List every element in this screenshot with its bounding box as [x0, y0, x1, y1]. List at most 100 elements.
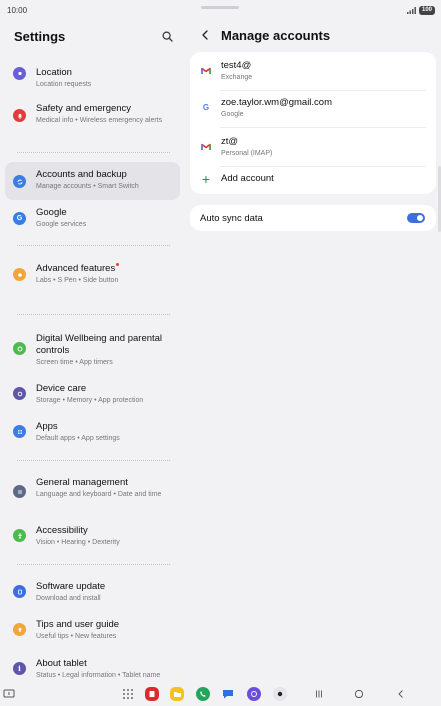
settings-item-title: Accessibility: [36, 525, 88, 536]
google-icon: G: [13, 212, 26, 225]
back-button[interactable]: [198, 28, 212, 42]
manage-accounts-pane: Manage accounts test4@ Exchange G zoe.ta…: [190, 20, 436, 684]
settings-item-title: Location: [36, 67, 72, 78]
back-nav-button[interactable]: [396, 689, 406, 699]
auto-sync-row[interactable]: Auto sync data: [190, 205, 436, 231]
settings-item-title-text: Advanced features: [36, 263, 116, 274]
home-icon: [355, 690, 363, 698]
page-title: Settings: [14, 28, 66, 44]
row-divider: [220, 127, 426, 128]
settings-item-subtitle: Location requests: [36, 81, 92, 88]
app-drawer-button[interactable]: [122, 688, 134, 700]
row-divider: [220, 90, 426, 91]
settings-item-title: Safety and emergency: [36, 103, 132, 114]
software-update-icon: [13, 585, 26, 598]
settings-item-subtitle: Vision • Hearing • Dexterity: [36, 539, 120, 546]
settings-item-tips-and-user-guide[interactable]: Tips and user guide Useful tips • New fe…: [5, 619, 180, 641]
settings-item-subtitle: Medical info • Wireless emergency alerts: [36, 117, 163, 124]
settings-item-title: Device care: [36, 383, 87, 394]
account-item-exchange[interactable]: test4@ Exchange: [190, 60, 436, 82]
folder-icon: [173, 692, 181, 697]
settings-item-title: Accounts and backup: [36, 169, 127, 180]
apps-icon: [13, 425, 26, 438]
account-name: test4@: [221, 60, 252, 71]
plus-icon: +: [201, 171, 211, 187]
settings-item-software-update[interactable]: Software update Download and install: [5, 581, 180, 603]
add-account-button[interactable]: + Add account: [190, 171, 436, 187]
settings-item-accounts-and-backup[interactable]: Accounts and backup Manage accounts • Sm…: [5, 162, 180, 200]
battery-icon: 100: [418, 5, 435, 15]
home-button[interactable]: [354, 689, 364, 699]
new-badge: [116, 263, 120, 266]
app-shortcut-red[interactable]: [145, 687, 159, 701]
auto-sync-label: Auto sync data: [200, 212, 263, 224]
general-management-icon: [13, 485, 26, 498]
section-divider: [17, 245, 170, 246]
wellbeing-icon: [13, 342, 26, 355]
section-divider: [17, 152, 170, 153]
search-icon: [161, 30, 173, 42]
settings-header: Settings: [0, 20, 185, 52]
settings-item-location[interactable]: Location Location requests: [5, 67, 180, 89]
settings-item-title: Tips and user guide: [36, 619, 120, 630]
settings-item-subtitle: Manage accounts • Smart Switch: [36, 183, 139, 190]
section-divider: [17, 314, 170, 315]
settings-item-subtitle: Download and install: [36, 595, 101, 602]
settings-item-accessibility[interactable]: Accessibility Vision • Hearing • Dexteri…: [5, 525, 180, 547]
google-icon: G: [202, 103, 210, 112]
gmail-icon: [201, 66, 211, 76]
settings-item-title: General management: [36, 477, 128, 488]
search-button[interactable]: [159, 28, 175, 44]
camera-icon: [277, 691, 283, 697]
account-item-google[interactable]: G zoe.taylor.wm@gmail.com Google: [190, 97, 436, 119]
manage-accounts-header: Manage accounts: [190, 20, 436, 50]
phone-icon: [200, 691, 206, 697]
settings-item-advanced-features[interactable]: Advanced features Labs • S Pen • Side bu…: [5, 263, 180, 285]
sync-icon: [13, 175, 26, 188]
bell-icon: [13, 109, 26, 122]
recents-button[interactable]: [314, 689, 324, 699]
settings-item-safety-and-emergency[interactable]: Safety and emergency Medical info • Wire…: [5, 103, 180, 125]
settings-item-subtitle: Google services: [36, 221, 87, 228]
settings-item-subtitle: Useful tips • New features: [36, 633, 117, 640]
settings-item-general-management[interactable]: General management Language and keyboard…: [5, 477, 180, 499]
pane-drag-handle[interactable]: [201, 6, 239, 9]
settings-item-about-tablet[interactable]: i About tablet Status • Legal informatio…: [5, 658, 180, 680]
section-divider: [17, 564, 170, 565]
navigation-bar: [0, 684, 441, 706]
status-bar: 10:00 100: [0, 0, 441, 20]
app-shortcut-files[interactable]: [170, 687, 184, 701]
add-account-label: Add account: [221, 173, 274, 184]
settings-item-google[interactable]: G Google Google services: [5, 207, 180, 229]
app-shortcut-internet[interactable]: [247, 687, 261, 701]
apps-grid-icon: [123, 689, 133, 699]
settings-item-subtitle: Language and keyboard • Date and time: [36, 491, 162, 498]
settings-item-subtitle: Default apps • App settings: [36, 435, 120, 442]
page-title: Manage accounts: [221, 27, 331, 43]
location-icon: [13, 67, 26, 80]
status-time: 10:00: [7, 5, 28, 15]
screenshot-button[interactable]: [3, 688, 15, 700]
app-shortcut-camera[interactable]: [273, 687, 287, 701]
account-name: zoe.taylor.wm@gmail.com: [221, 97, 333, 108]
settings-item-title: Google: [36, 207, 67, 218]
recents-icon: [316, 690, 322, 698]
auto-sync-toggle[interactable]: [407, 213, 425, 223]
settings-pane: Settings Location Location requests Safe…: [0, 20, 185, 684]
browser-icon: [251, 691, 257, 697]
settings-item-title: About tablet: [36, 658, 87, 669]
settings-item-apps[interactable]: Apps Default apps • App settings: [5, 421, 180, 443]
settings-item-title: Advanced features: [36, 263, 174, 275]
app-shortcut-phone[interactable]: [196, 687, 210, 701]
settings-item-digital-wellbeing[interactable]: Digital Wellbeing and parental controls …: [5, 333, 180, 367]
settings-item-device-care[interactable]: Device care Storage • Memory • App prote…: [5, 383, 180, 405]
settings-item-title: Digital Wellbeing and parental controls: [36, 333, 163, 356]
account-item-imap[interactable]: zt@ Personal (IMAP): [190, 136, 436, 158]
account-name: zt@: [221, 136, 239, 147]
account-type: Exchange: [221, 74, 253, 81]
settings-item-subtitle: Screen time • App timers: [36, 359, 113, 366]
signal-icon: [406, 6, 416, 14]
settings-item-subtitle: Status • Legal information • Tablet name: [36, 672, 161, 679]
section-divider: [17, 460, 170, 461]
app-shortcut-messages[interactable]: [221, 687, 235, 701]
